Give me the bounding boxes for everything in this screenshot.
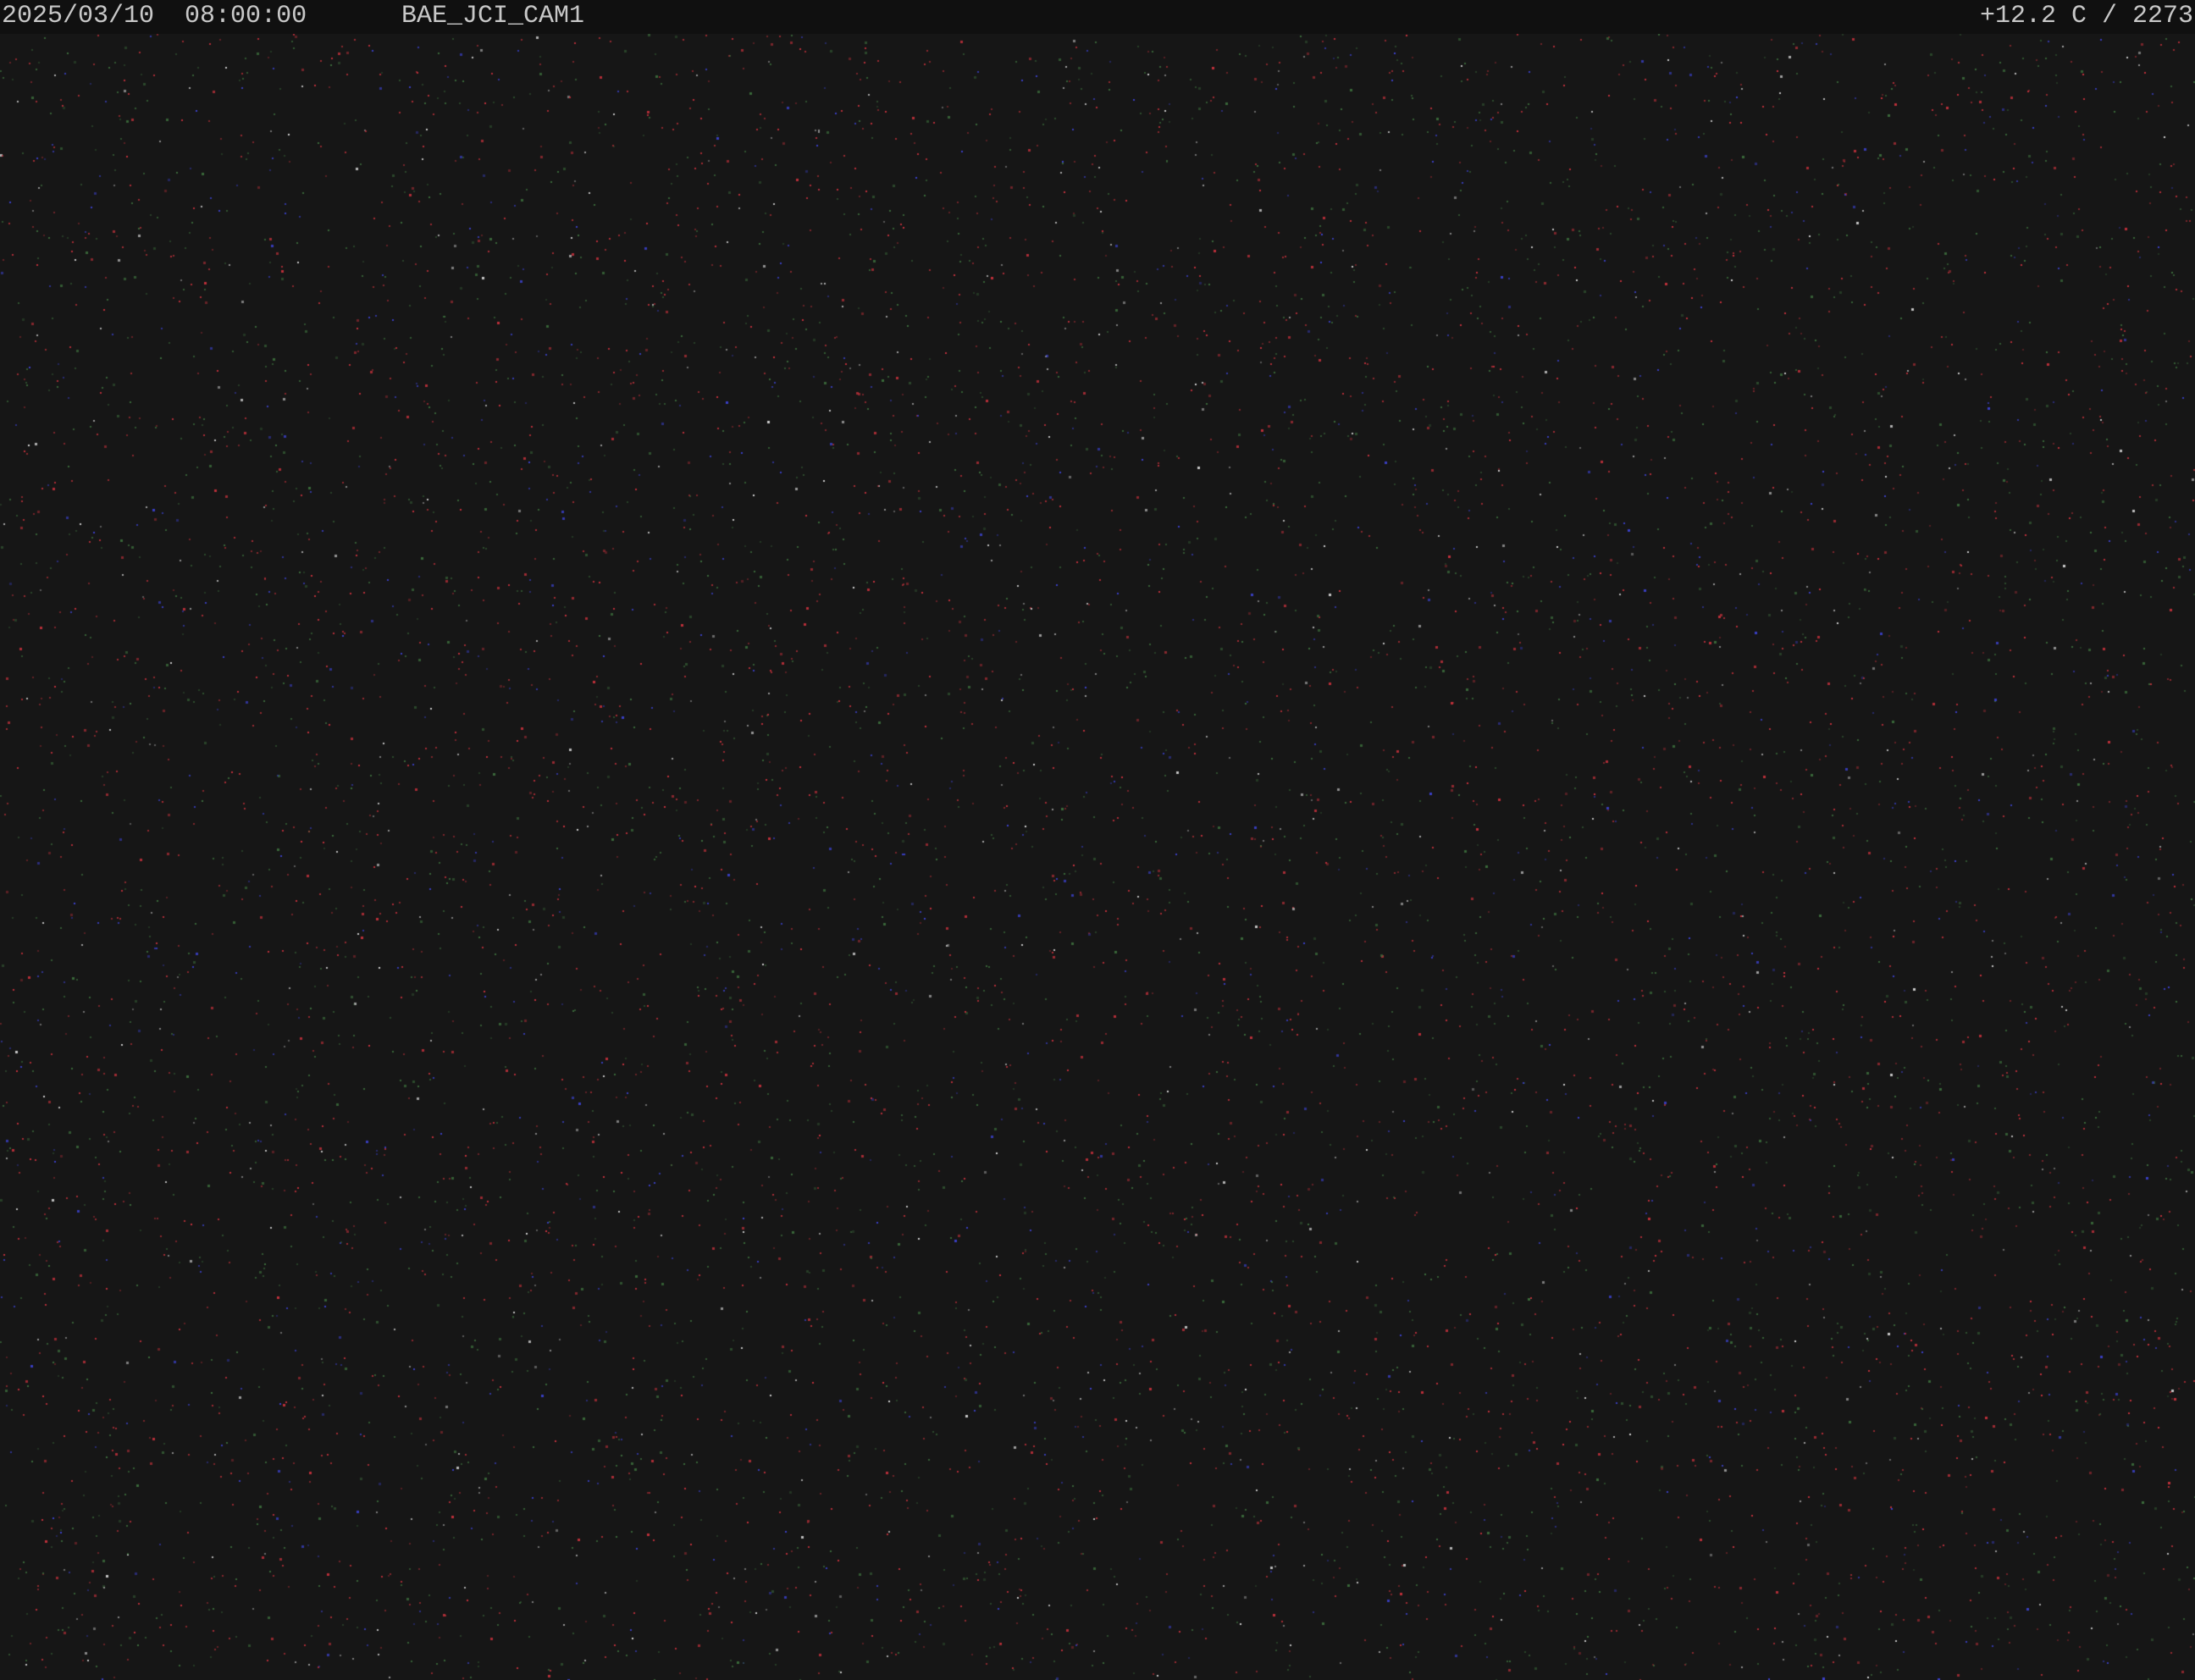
osd-time: 08:00:00 bbox=[185, 2, 307, 30]
osd-temperature-status: +12.2 C / 2273 bbox=[1979, 2, 2193, 30]
osd-overlay-bar: 2025/03/10 08:00:00 BAE_JCI_CAM1 +12.2 C… bbox=[0, 0, 2195, 34]
osd-camera-name: BAE_JCI_CAM1 bbox=[401, 2, 585, 30]
osd-date: 2025/03/10 bbox=[2, 2, 155, 30]
camera-frame: 2025/03/10 08:00:00 BAE_JCI_CAM1 +12.2 C… bbox=[0, 0, 2195, 1680]
osd-datetime: 2025/03/10 08:00:00 bbox=[2, 0, 307, 32]
sensor-noise-image bbox=[0, 0, 2195, 1680]
